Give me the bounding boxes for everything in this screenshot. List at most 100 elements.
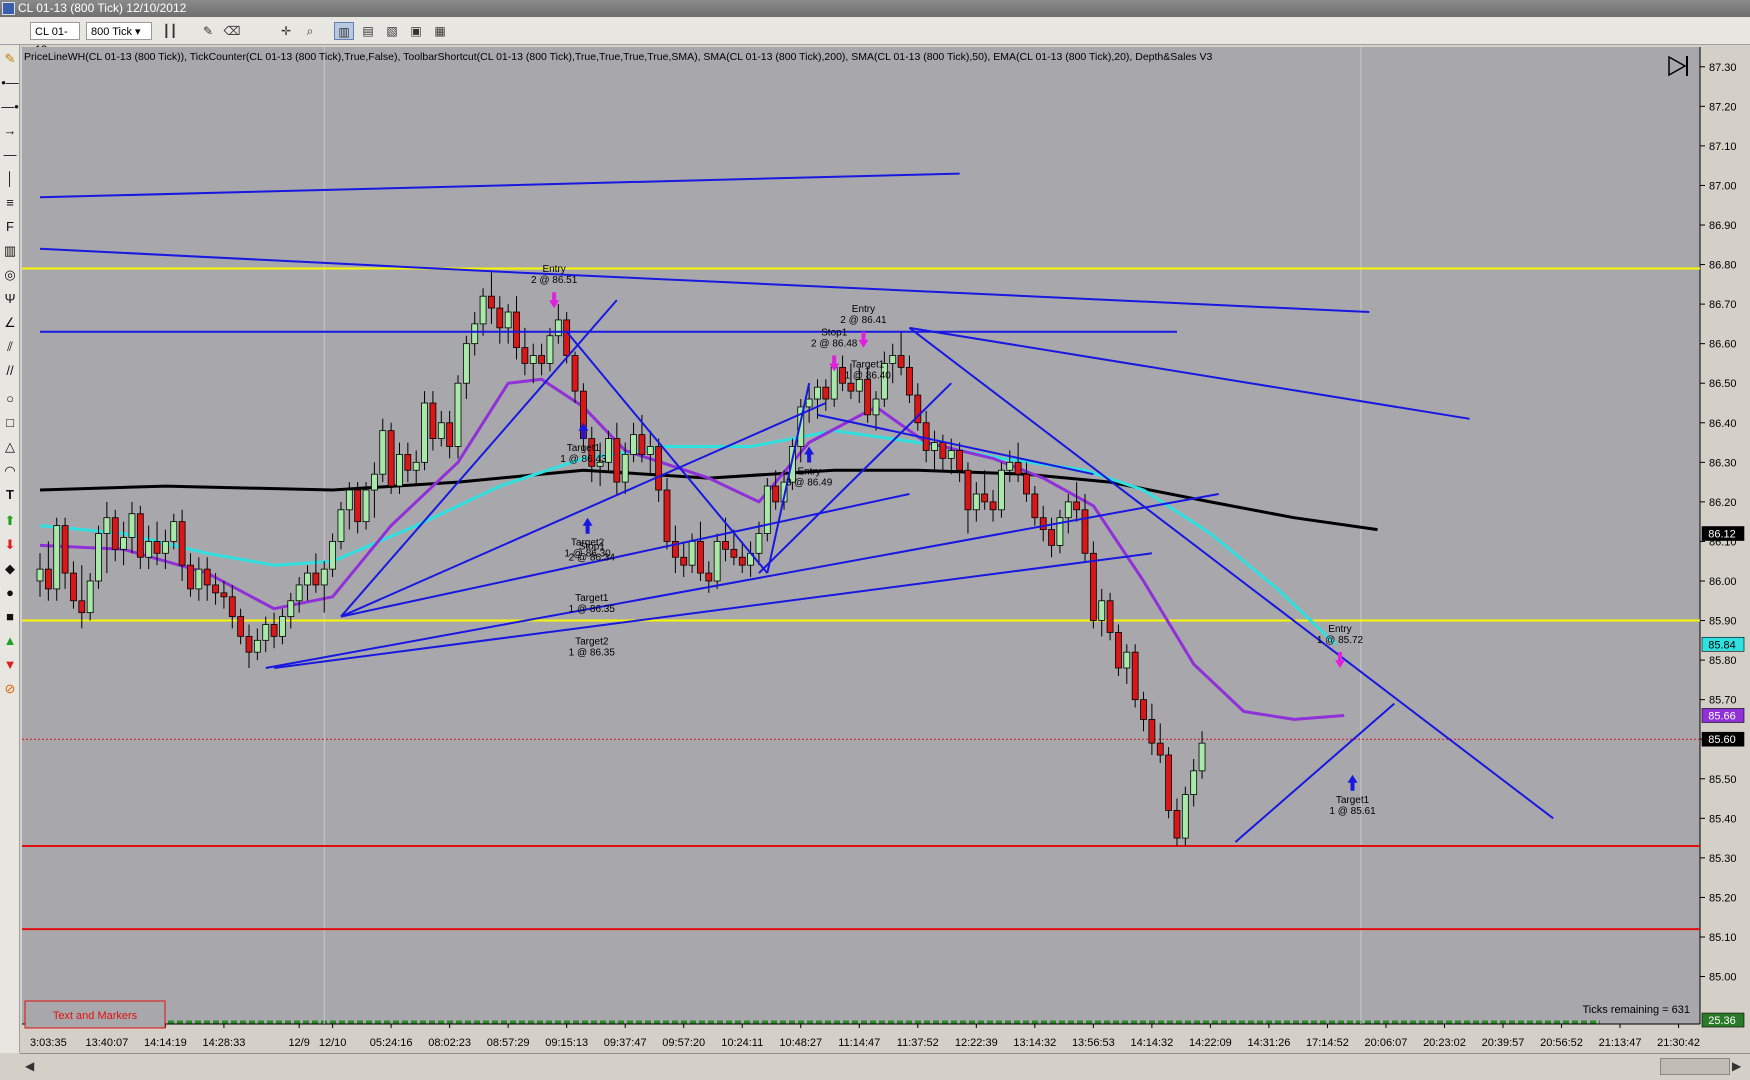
trade-label: Entry [852,304,875,315]
candle-body [161,541,169,554]
y-tick-label: 85.20 [1709,892,1737,904]
candle-body [287,600,295,617]
x-tick-label: 17:14:52 [1306,1037,1349,1049]
candle-body [437,422,445,439]
trade-label: Target2 [575,636,609,647]
y-tick-label: 86.00 [1709,576,1737,588]
candle-body [195,568,203,590]
candle-body [320,568,328,586]
candle-body [245,635,253,653]
candle-body [479,295,487,325]
candle-body [1089,552,1097,621]
price-chart[interactable]: 87.30 87.20 87.10 87.00 86.90 86.80 86.70 86.60… [0,0,1750,1080]
candle-body [70,572,77,602]
candle-body [78,600,86,614]
y-tick-label: 86.70 [1709,299,1737,311]
x-tick-label: 10:48:27 [779,1037,822,1049]
y-tick-label: 87.20 [1709,101,1737,113]
price-tag-label: 85.60 [1708,734,1736,746]
candle-body [178,521,186,566]
y-tick-label: 86.80 [1709,260,1737,272]
trade-label: 1 @ 85.72 [1317,635,1364,646]
candle-body [655,446,663,491]
candle-body [521,347,529,364]
candle-body [253,639,261,653]
candle-body [504,311,512,329]
y-tick-label: 85.10 [1709,932,1737,944]
candle-body [304,572,311,586]
candle-body [847,382,855,392]
candle-body [897,355,905,368]
trade-label: 2 @ 86.48 [811,339,858,350]
candle-body [621,454,629,483]
y-tick-label: 85.70 [1709,695,1737,707]
candle-body [404,454,412,471]
candle-body [103,517,111,534]
candle-body [312,572,320,586]
x-tick-label: 12/9 [288,1037,309,1049]
candle-body [187,564,194,590]
trade-label: 2 @ 86.34 [569,552,616,563]
candle-body [554,319,562,337]
price-tag-label: 85.84 [1708,639,1736,651]
y-tick-label: 87.10 [1709,141,1737,153]
candle-body [228,596,236,617]
y-tick-label: 85.40 [1709,813,1737,825]
candle-body [1115,632,1122,669]
x-tick-label: 21:13:47 [1599,1037,1642,1049]
candle-body [387,430,395,487]
candle-body [1064,501,1072,519]
price-tag-label: 25.36 [1708,1015,1736,1027]
candle-body [471,323,479,345]
candle-body [688,541,696,566]
candle-body [454,382,462,447]
x-tick-label: 08:02:23 [428,1037,471,1049]
candle-body [488,295,495,309]
candle-body [772,485,780,503]
y-tick-label: 87.00 [1709,180,1737,192]
trade-label: Target1 [851,359,885,370]
trade-label: Target1 [567,443,601,454]
candle-body [396,454,403,487]
candle-body [1156,742,1164,756]
candle-body [120,537,127,550]
x-tick-label: 20:56:52 [1540,1037,1583,1049]
scroll-left-icon[interactable]: ◀ [25,1059,34,1073]
candle-body [111,517,119,550]
trade-label: 2 @ 86.51 [531,275,578,286]
candle-body [170,521,178,542]
candle-body [889,355,897,364]
scroll-thumb[interactable] [1660,1058,1730,1075]
candle-body [237,616,245,637]
candle-body [981,493,989,503]
candle-body [136,513,144,558]
candle-body [680,556,688,566]
x-tick-label: 14:31:26 [1248,1037,1291,1049]
x-tick-label: 20:23:02 [1423,1037,1466,1049]
y-tick-label: 85.50 [1709,774,1737,786]
candle-body [1048,529,1055,546]
trade-label: 1 @ 86.43 [560,454,607,465]
candle-body [1023,473,1030,495]
x-tick-label: 3:03:35 [30,1037,67,1049]
candle-body [755,533,763,554]
candle-body [212,584,219,594]
horizontal-scrollbar[interactable]: ◀ ▶ [20,1053,1750,1080]
trade-label: Entry [797,467,820,478]
candle-body [1131,651,1139,701]
trade-label: 1 @ 86.35 [569,604,616,615]
trade-label: 1 @ 85.61 [1329,806,1376,817]
candle-body [295,584,303,602]
y-tick-label: 86.90 [1709,220,1737,232]
trade-label: Entry [542,264,565,275]
candle-body [203,568,211,586]
x-tick-label: 10:24:11 [721,1037,763,1049]
candle-body [1039,517,1047,530]
x-tick-label: 13:56:53 [1072,1037,1115,1049]
candle-body [822,386,830,400]
x-tick-label: 09:15:13 [545,1037,588,1049]
candle-body [529,355,537,364]
scroll-right-icon[interactable]: ▶ [1732,1059,1741,1073]
x-tick-label: 13:14:32 [1013,1037,1056,1049]
candle-body [270,624,278,637]
